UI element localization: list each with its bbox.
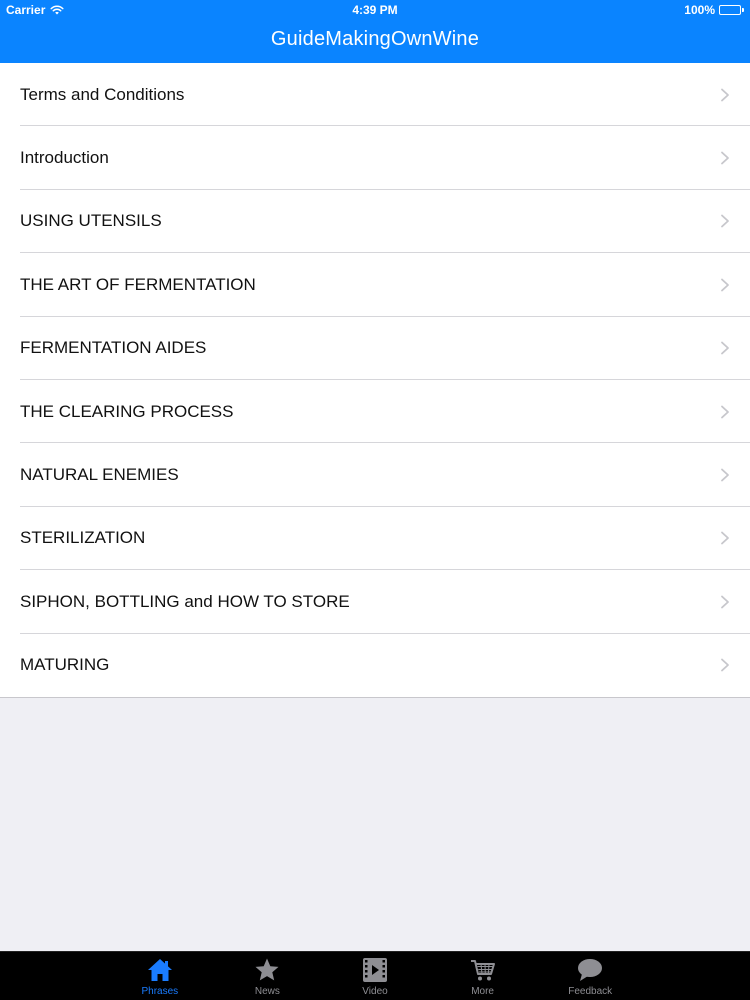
tab-label: News	[254, 986, 280, 997]
tab-label: Feedback	[568, 986, 613, 997]
chevron-right-icon	[721, 658, 729, 672]
list-item-label: STERILIZATION	[20, 528, 146, 548]
home-icon	[146, 956, 174, 984]
chevron-right-icon	[721, 595, 729, 609]
chevron-right-icon	[721, 215, 729, 228]
tab-phrases[interactable]: Phrases	[106, 952, 214, 1000]
chevron-right-icon	[721, 278, 729, 292]
chapter-list: Terms and Conditions Introduction USING UT…	[0, 63, 750, 698]
chevron-right-icon	[721, 468, 729, 482]
list-item-the-clearing-process[interactable]: THE CLEARING PROCESS	[0, 380, 750, 444]
chevron-right-icon	[721, 532, 729, 545]
tab-more[interactable]: More	[429, 952, 537, 1000]
list-item-sterilization[interactable]: STERILIZATION	[0, 507, 750, 571]
list-item-maturing[interactable]: MATURING	[0, 634, 750, 697]
list-item-label: THE ART OF FERMENTATION	[20, 274, 256, 294]
list-item-introduction[interactable]: Introduction	[0, 126, 750, 191]
navigation-header: Carrier 4:39 PM 100% GuideMakingOwnWine	[0, 0, 750, 63]
status-time: 4:39 PM	[352, 3, 398, 17]
battery-percent: 100%	[684, 3, 715, 17]
tab-label: More	[471, 986, 494, 997]
battery-icon	[719, 5, 744, 15]
chevron-right-icon	[721, 341, 729, 355]
list-item-label: FERMENTATION AIDES	[20, 338, 207, 358]
list-item-terms-and-conditions[interactable]: Terms and Conditions	[0, 63, 750, 127]
list-item-label: Introduction	[20, 148, 109, 168]
tab-label: Phrases	[141, 986, 179, 997]
status-right: 100%	[684, 3, 744, 17]
list-item-label: THE CLEARING PROCESS	[20, 401, 234, 421]
list-item-label: SIPHON, BOTTLING and HOW TO STORE	[20, 591, 350, 611]
film-icon	[361, 956, 389, 984]
chevron-right-icon	[721, 405, 729, 419]
cart-icon	[469, 956, 497, 984]
list-item-label: MATURING	[20, 655, 110, 675]
list-item-siphon-bottling-and-how-to-store[interactable]: SIPHON, BOTTLING and HOW TO STORE	[0, 570, 750, 634]
list-item-label: USING UTENSILS	[20, 211, 162, 231]
status-bar: Carrier 4:39 PM 100%	[0, 0, 750, 20]
list-item-label: NATURAL ENEMIES	[20, 465, 179, 485]
tab-news[interactable]: News	[214, 952, 322, 1000]
page-title: GuideMakingOwnWine	[270, 28, 480, 50]
chat-bubble-icon	[576, 956, 604, 984]
chevron-right-icon	[721, 88, 729, 102]
star-icon	[253, 956, 281, 984]
list-item-label: Terms and Conditions	[20, 84, 185, 104]
list-item-the-art-of-fermentation[interactable]: THE ART OF FERMENTATION	[0, 253, 750, 317]
list-item-fermentation-aides[interactable]: FERMENTATION AIDES	[0, 317, 750, 381]
tab-video[interactable]: Video	[321, 952, 429, 1000]
tab-feedback[interactable]: Feedback	[536, 952, 644, 1000]
chevron-right-icon	[721, 151, 729, 165]
list-item-using-utensils[interactable]: USING UTENSILS	[0, 190, 750, 254]
tab-label: Video	[362, 986, 388, 997]
tab-bar: Phrases News Video More Feedback	[0, 951, 750, 1000]
list-item-natural-enemies[interactable]: NATURAL ENEMIES	[0, 443, 750, 508]
